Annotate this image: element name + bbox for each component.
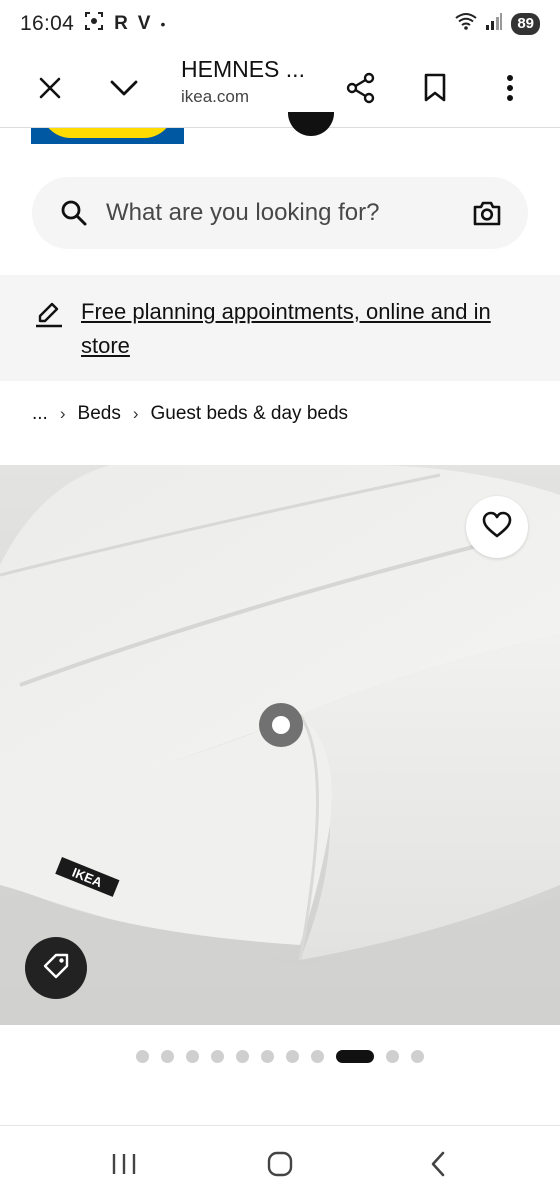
price-tag-button[interactable] xyxy=(25,937,87,999)
carousel-dot[interactable] xyxy=(386,1049,399,1063)
breadcrumb: ... › Beds › Guest beds & day beds xyxy=(32,400,348,428)
status-right: 89 xyxy=(455,11,540,37)
status-indicator-dot: • xyxy=(160,16,166,32)
price-tag-icon xyxy=(41,951,71,986)
carousel-indicators xyxy=(0,1046,560,1066)
breadcrumb-guest-beds[interactable]: Guest beds & day beds xyxy=(151,403,349,425)
page-url: ikea.com xyxy=(181,87,250,106)
share-icon[interactable] xyxy=(337,64,385,112)
back-icon[interactable] xyxy=(418,1146,458,1182)
breadcrumb-separator: › xyxy=(132,404,139,423)
home-icon[interactable] xyxy=(260,1146,300,1182)
carousel-dot[interactable] xyxy=(261,1049,274,1063)
carousel-dot[interactable] xyxy=(211,1049,224,1063)
carousel-dot[interactable] xyxy=(161,1049,174,1063)
account-icon[interactable] xyxy=(288,112,334,136)
toolbar-title-block[interactable]: HEMNES ... ikea.com xyxy=(181,56,305,107)
search-icon xyxy=(60,199,88,232)
favorite-button[interactable] xyxy=(466,496,528,558)
product-hotspot[interactable] xyxy=(259,703,303,747)
ikea-product-page: 16:04 R V • 89 HEMNES ... ikea.com What … xyxy=(0,0,560,1200)
pencil-icon xyxy=(34,299,64,334)
recents-icon[interactable] xyxy=(104,1146,144,1182)
ikea-logo-ellipse xyxy=(41,128,174,138)
ikea-logo[interactable] xyxy=(31,128,184,144)
status-time: 16:04 xyxy=(20,12,75,35)
free-planning-link[interactable]: Free planning appointments, online and i… xyxy=(81,295,531,363)
chevron-down-icon[interactable] xyxy=(100,64,148,112)
carousel-dot[interactable] xyxy=(311,1049,324,1063)
breadcrumb-ellipsis[interactable]: ... xyxy=(32,403,48,425)
search-placeholder: What are you looking for? xyxy=(106,199,380,226)
breadcrumb-separator: › xyxy=(59,404,66,423)
status-left: 16:04 R V • xyxy=(20,11,165,37)
carousel-dot[interactable] xyxy=(136,1049,149,1063)
hotspot-dot xyxy=(272,716,290,734)
wifi-icon xyxy=(455,11,477,37)
bookmark-icon[interactable] xyxy=(411,64,459,112)
carousel-dot-active[interactable] xyxy=(336,1049,374,1063)
carousel-dot[interactable] xyxy=(286,1049,299,1063)
search-input[interactable]: What are you looking for? xyxy=(32,177,528,249)
android-nav-bar xyxy=(0,1125,560,1200)
status-indicator-r: R xyxy=(114,13,128,34)
browser-toolbar: HEMNES ... ikea.com xyxy=(0,48,560,128)
heart-icon xyxy=(482,511,512,544)
status-indicator-v: V xyxy=(137,13,151,34)
battery-level: 89 xyxy=(511,13,540,35)
close-icon[interactable] xyxy=(26,64,74,112)
carousel-dot[interactable] xyxy=(411,1049,424,1063)
signal-icon xyxy=(485,11,503,37)
status-bar: 16:04 R V • 89 xyxy=(0,0,560,48)
promo-banner: Free planning appointments, online and i… xyxy=(0,275,560,381)
more-vert-icon[interactable] xyxy=(486,64,534,112)
screen-record-icon xyxy=(84,11,104,37)
carousel-dot[interactable] xyxy=(236,1049,249,1063)
camera-icon[interactable] xyxy=(472,199,502,232)
page-title: HEMNES ... xyxy=(181,56,305,82)
carousel-dot[interactable] xyxy=(186,1049,199,1063)
breadcrumb-beds[interactable]: Beds xyxy=(78,403,121,425)
